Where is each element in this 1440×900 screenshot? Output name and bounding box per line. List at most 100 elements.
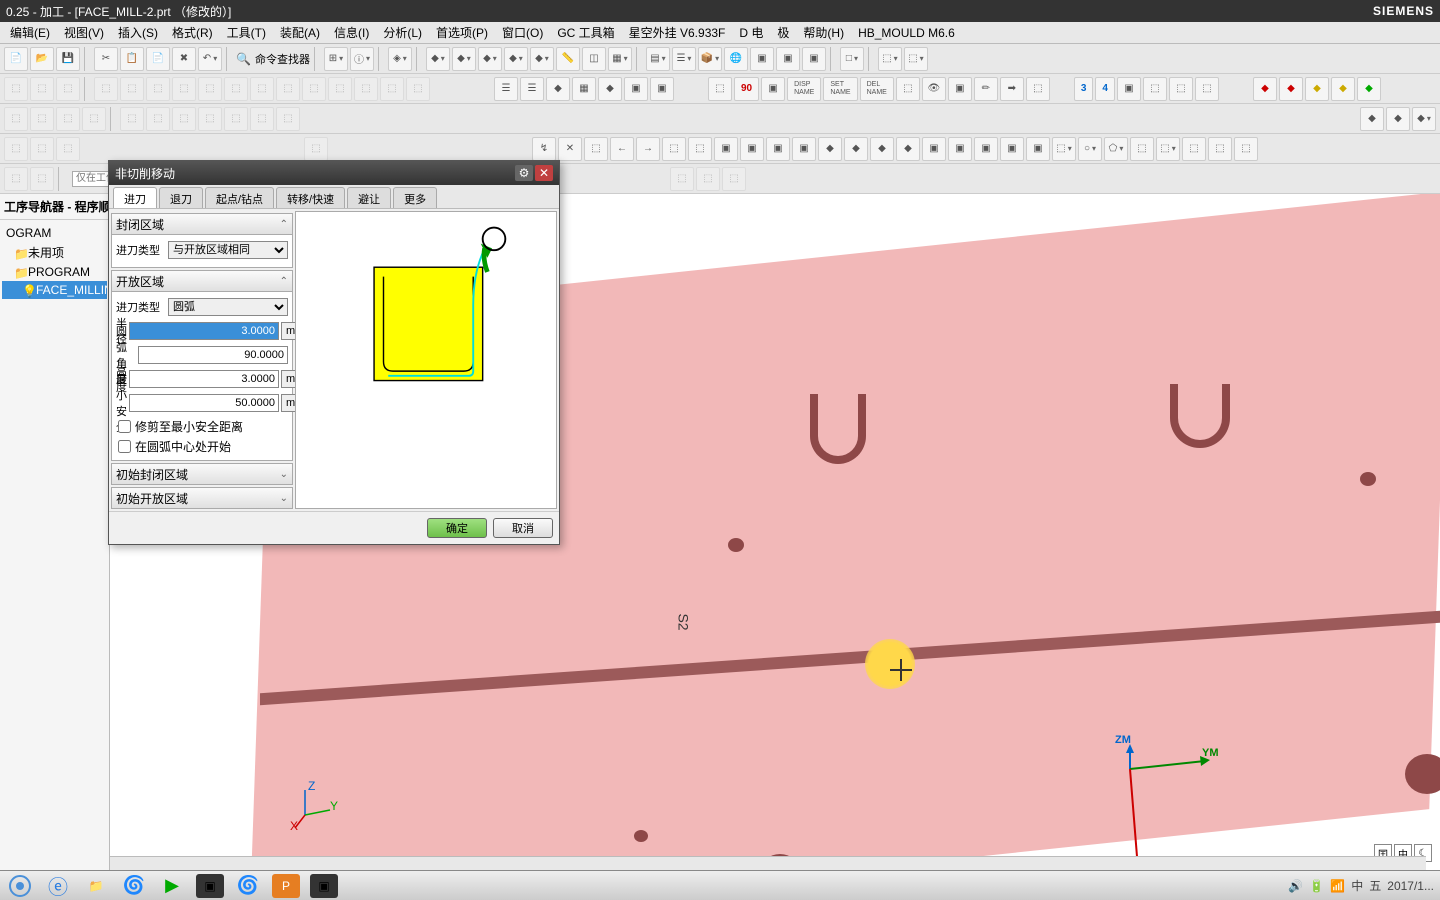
tb2-btn-d2[interactable]: ▣ [761, 77, 785, 101]
tab-avoidance[interactable]: 避让 [347, 187, 391, 208]
tab-more[interactable]: 更多 [393, 187, 437, 208]
tb4-btn-2[interactable]: ⬚ [30, 137, 54, 161]
tb2-btn-f3[interactable]: ◆ [1305, 77, 1329, 101]
app-dark2-icon[interactable]: ▣ [310, 874, 338, 898]
tb-btn-layer-icon[interactable]: ▤ [646, 47, 670, 71]
tb3-btn-10[interactable]: ⬚ [250, 107, 274, 131]
tb3-btn-r1[interactable]: ◆ [1360, 107, 1384, 131]
tb2-btn-disp-name-icon[interactable]: DISPNAME [787, 77, 821, 101]
tb2-btn-c1[interactable]: ◆ [546, 77, 570, 101]
tb4-btn-4[interactable]: ⬚ [304, 137, 328, 161]
tb2-btn-2[interactable]: ⬚ [30, 77, 54, 101]
min-safe-input[interactable] [129, 394, 279, 412]
tb2-btn-10[interactable]: ⬚ [250, 77, 274, 101]
tb2-btn-set-name-icon[interactable]: SETNAME [823, 77, 857, 101]
tb2-btn-11[interactable]: ⬚ [276, 77, 300, 101]
tb2-btn-d3[interactable]: ⬚ [896, 77, 920, 101]
menu-tools[interactable]: 工具(T) [221, 22, 272, 43]
tb2-btn-1[interactable]: ⬚ [4, 77, 28, 101]
tb2-btn-e3[interactable]: ⬚ [1169, 77, 1193, 101]
tb2-btn-f1[interactable]: ◆ [1253, 77, 1277, 101]
tb4-btn-22[interactable]: ▣ [1026, 137, 1050, 161]
tb2-btn-num4-icon[interactable]: 4 [1095, 77, 1115, 101]
tray-icon[interactable]: 🔋 [1309, 879, 1324, 893]
tb4-btn-29[interactable]: ⬚ [1208, 137, 1232, 161]
tb2-btn-f5[interactable]: ◆ [1357, 77, 1381, 101]
tb4-btn-19[interactable]: ▣ [948, 137, 972, 161]
new-file-icon[interactable]: 📄 [4, 47, 28, 71]
tray-icon[interactable]: 📶 [1330, 879, 1345, 893]
tb4-btn-25[interactable]: ⬠ [1104, 137, 1128, 161]
menu-pole[interactable]: 极 [771, 22, 795, 43]
tb2-btn-num3-icon[interactable]: 3 [1074, 77, 1094, 101]
tb4-btn-1[interactable]: ⬚ [4, 137, 28, 161]
tb4-btn-5[interactable]: ↯ [532, 137, 556, 161]
menu-info[interactable]: 信息(I) [328, 22, 375, 43]
delete-icon[interactable]: ✖ [172, 47, 196, 71]
tb2-btn-9[interactable]: ⬚ [224, 77, 248, 101]
tb5-btn-1[interactable]: ⬚ [4, 167, 28, 191]
menu-assembly[interactable]: 装配(A) [274, 22, 326, 43]
menu-starsky-plugin[interactable]: 星空外挂 V6.933F [623, 22, 732, 43]
media-player-icon[interactable]: ▶ [158, 874, 186, 898]
tb-btn-cube3-icon[interactable]: ▣ [802, 47, 826, 71]
closed-engage-type-select[interactable]: 与开放区域相同 [168, 241, 288, 259]
tb4-btn-24[interactable]: ○ [1078, 137, 1102, 161]
tb2-btn-d4[interactable]: ▣ [948, 77, 972, 101]
section-init-closed[interactable]: 初始封闭区域 ⌄ [111, 463, 293, 485]
tree-unused[interactable]: 📁 未用项 [2, 242, 107, 263]
tb-btn-a3[interactable]: ◈ [388, 47, 412, 71]
tb2-btn-6[interactable]: ⬚ [146, 77, 170, 101]
file-explorer-icon[interactable]: 📁 [82, 874, 110, 898]
tb4-btn-21[interactable]: ▣ [1000, 137, 1024, 161]
menu-view[interactable]: 视图(V) [58, 22, 110, 43]
tb4-btn-14[interactable]: ◆ [818, 137, 842, 161]
app-swirl-icon[interactable]: 🌀 [120, 874, 148, 898]
open-file-icon[interactable]: 📂 [30, 47, 54, 71]
tb3-btn-3[interactable]: ⬚ [56, 107, 80, 131]
cut-icon[interactable]: ✂ [94, 47, 118, 71]
tb4-btn-17[interactable]: ◆ [896, 137, 920, 161]
app-dark1-icon[interactable]: ▣ [196, 874, 224, 898]
section-init-open[interactable]: 初始开放区域 ⌄ [111, 487, 293, 509]
tb2-btn-pencil-icon[interactable]: ✏ [974, 77, 998, 101]
menu-help[interactable]: 帮助(H) [797, 22, 850, 43]
undo-icon[interactable]: ↶ [198, 47, 222, 71]
ime-indicator[interactable]: 五 [1369, 877, 1381, 894]
arc-angle-input[interactable] [138, 346, 288, 364]
tb2-btn-del-name-icon[interactable]: DELNAME [860, 77, 894, 101]
tab-start-drill[interactable]: 起点/钻点 [205, 187, 274, 208]
tb3-btn-4[interactable]: ⬚ [82, 107, 106, 131]
arc-center-checkbox[interactable] [118, 440, 131, 453]
tb4-btn-28[interactable]: ⬚ [1182, 137, 1206, 161]
tb-btn-a2[interactable]: ⓘ [350, 47, 374, 71]
tb3-btn-2[interactable]: ⬚ [30, 107, 54, 131]
tb4-btn-6[interactable]: ✕ [558, 137, 582, 161]
tb2-btn-c4[interactable]: ▣ [624, 77, 648, 101]
tb4-btn-9[interactable]: ⬚ [688, 137, 712, 161]
tb4-btn-3[interactable]: ⬚ [56, 137, 80, 161]
menu-gc-toolbox[interactable]: GC 工具箱 [551, 22, 620, 43]
tb2-btn-e4[interactable]: ⬚ [1195, 77, 1219, 101]
open-engage-type-select[interactable]: 圆弧 [168, 298, 288, 316]
tb4-btn-18[interactable]: ▣ [922, 137, 946, 161]
menu-insert[interactable]: 插入(S) [112, 22, 164, 43]
tb-btn-a1[interactable]: ⊞ [324, 47, 348, 71]
tb-btn-a7[interactable]: ◆ [504, 47, 528, 71]
section-open-region[interactable]: 开放区域 ⌃ [111, 270, 293, 292]
tb3-btn-5[interactable]: ⬚ [120, 107, 144, 131]
tb5-btn-4[interactable]: ⬚ [696, 167, 720, 191]
tb2-btn-d5[interactable]: ⬚ [1026, 77, 1050, 101]
tab-retract[interactable]: 退刀 [159, 187, 203, 208]
tb4-btn-7[interactable]: ⬚ [584, 137, 608, 161]
section-closed-region[interactable]: 封闭区域 ⌃ [111, 213, 293, 235]
tb4-btn-20[interactable]: ▣ [974, 137, 998, 161]
tb2-btn-arrow-icon[interactable]: ➡ [1000, 77, 1024, 101]
tb3-btn-7[interactable]: ⬚ [172, 107, 196, 131]
tb2-btn-15[interactable]: ⬚ [380, 77, 404, 101]
menu-analysis[interactable]: 分析(L) [377, 22, 428, 43]
tb2-btn-7[interactable]: ⬚ [172, 77, 196, 101]
tb2-btn-e1[interactable]: ▣ [1117, 77, 1141, 101]
tb2-btn-f2[interactable]: ◆ [1279, 77, 1303, 101]
dialog-titlebar[interactable]: 非切削移动 ⚙ ✕ [109, 161, 559, 185]
